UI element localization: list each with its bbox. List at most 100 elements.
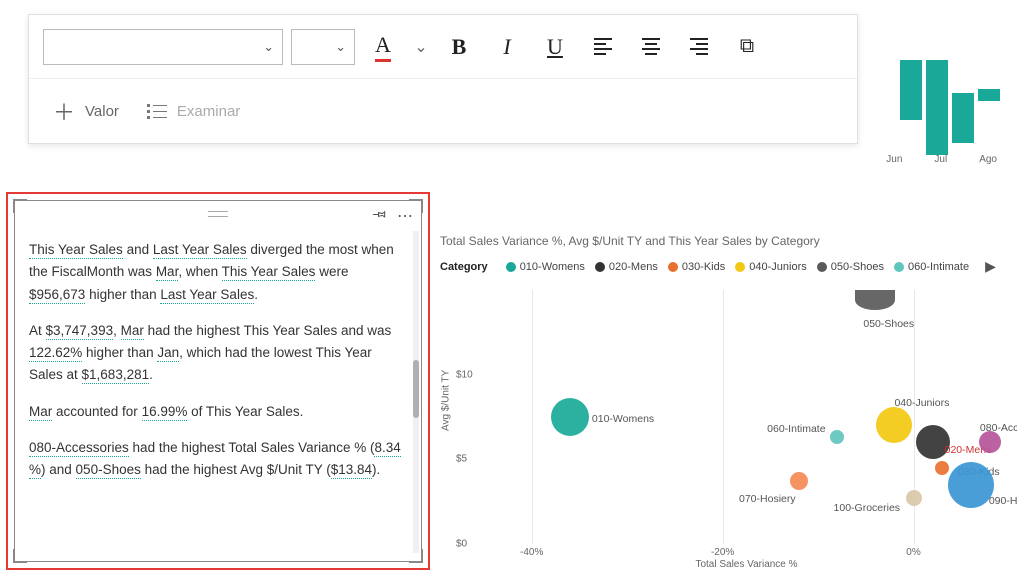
legend-label: 010-Womens: [520, 261, 585, 273]
insight-highlight: Last Year Sales: [153, 242, 247, 259]
data-point[interactable]: [855, 290, 895, 310]
legend-dot-icon: [735, 262, 745, 272]
legend-label: 040-Juniors: [749, 261, 806, 273]
legend-dot-icon: [894, 262, 904, 272]
insight-visual-selection: ⋯ This Year Sales and Last Year Sales di…: [6, 192, 430, 570]
data-point-label: 010-Womens: [592, 413, 654, 425]
legend-dot-icon: [817, 262, 827, 272]
font-size-dropdown[interactable]: ⌄: [291, 29, 355, 65]
add-value-label: Valor: [85, 103, 119, 120]
font-family-dropdown[interactable]: ⌄: [43, 29, 283, 65]
y-tick-label: $0: [456, 539, 467, 550]
list-icon: [147, 104, 167, 119]
x-tick-label: -40%: [520, 547, 543, 558]
legend-dot-icon: [668, 262, 678, 272]
align-left-button[interactable]: [583, 27, 623, 67]
legend-item[interactable]: 060-Intimate: [894, 261, 969, 273]
plus-icon: ＋: [53, 95, 75, 127]
insight-highlight: Mar: [29, 404, 52, 421]
x-axis-label: Total Sales Variance %: [695, 559, 797, 570]
legend-item[interactable]: 030-Kids: [668, 261, 725, 273]
italic-button[interactable]: I: [487, 27, 527, 67]
data-point[interactable]: [906, 490, 922, 506]
legend-title: Category: [440, 261, 488, 273]
legend-item[interactable]: 050-Shoes: [817, 261, 884, 273]
grid-line: [723, 290, 724, 544]
insight-highlight: This Year Sales: [222, 264, 316, 281]
x-tick-label: 0%: [906, 547, 920, 558]
insight-highlight: Mar: [156, 264, 179, 281]
add-value-button[interactable]: ＋ Valor: [43, 79, 129, 143]
insight-paragraph: At $3,747,393, Mar had the highest This …: [29, 320, 407, 387]
align-right-button[interactable]: [679, 27, 719, 67]
legend-label: 060-Intimate: [908, 261, 969, 273]
insight-text-body: This Year Sales and Last Year Sales dive…: [15, 231, 421, 561]
insight-highlight: 080-Accessories: [29, 440, 129, 457]
data-point[interactable]: [790, 472, 808, 490]
data-point-label: 040-Juniors: [894, 397, 949, 409]
scatter-plot-area: Total Sales Variance % -40%-20%0%$0$5$10…: [484, 290, 1009, 544]
bg-axis-months: Jun Jul Ago: [886, 154, 997, 165]
formatting-toolbar: ⌄ ⌄ A ⌄ B I U ⧉ ＋ Valor Examinar: [28, 14, 858, 144]
legend-dot-icon: [506, 262, 516, 272]
chevron-down-icon: ⌄: [263, 39, 274, 55]
data-point-label: 080-Accessories: [980, 422, 1017, 434]
legend-label: 030-Kids: [682, 261, 725, 273]
pin-icon[interactable]: [371, 206, 387, 227]
browse-label: Examinar: [177, 103, 240, 120]
link-button[interactable]: ⧉: [727, 27, 767, 67]
scatter-chart-visual[interactable]: Total Sales Variance %, Avg $/Unit TY an…: [440, 234, 1009, 574]
insight-paragraph: 080-Accessories had the highest Total Sa…: [29, 437, 407, 482]
insight-highlight: 122.62%: [29, 345, 82, 362]
more-options-icon[interactable]: ⋯: [397, 206, 413, 226]
x-tick-label: -20%: [711, 547, 734, 558]
insight-paragraph: This Year Sales and Last Year Sales dive…: [29, 239, 407, 306]
data-point[interactable]: [979, 431, 1001, 453]
underline-button[interactable]: U: [535, 27, 575, 67]
y-tick-label: $10: [456, 369, 473, 380]
data-point[interactable]: [876, 407, 912, 443]
data-point[interactable]: [830, 430, 844, 444]
insight-highlight: $3,747,393: [46, 323, 114, 340]
insight-highlight: Jan: [157, 345, 179, 362]
legend-label: 020-Mens: [609, 261, 658, 273]
data-point-label: 090-Home: [989, 495, 1017, 507]
insight-visual[interactable]: ⋯ This Year Sales and Last Year Sales di…: [14, 200, 422, 562]
scrollbar-thumb[interactable]: [413, 360, 419, 418]
browse-button[interactable]: Examinar: [137, 79, 250, 143]
bold-button[interactable]: B: [439, 27, 479, 67]
data-point-label: 100-Groceries: [834, 502, 901, 514]
insight-highlight: This Year Sales: [29, 242, 123, 259]
insight-highlight: $1,683,281: [82, 367, 150, 384]
legend-next-icon[interactable]: ▶: [985, 258, 996, 275]
data-point[interactable]: [935, 461, 949, 475]
data-point-label: 060-Intimate: [767, 423, 825, 435]
insight-highlight: $13.84: [331, 462, 372, 479]
drag-handle-icon[interactable]: [208, 211, 228, 217]
chevron-down-icon: ⌄: [335, 39, 346, 55]
y-axis-label: Avg $/Unit TY: [441, 370, 452, 431]
font-color-dropdown[interactable]: ⌄: [411, 27, 431, 67]
scrollbar[interactable]: [413, 231, 419, 553]
insight-highlight: 050-Shoes: [76, 462, 141, 479]
insight-paragraph: Mar accounted for 16.99% of This Year Sa…: [29, 401, 407, 423]
legend-item[interactable]: 020-Mens: [595, 261, 658, 273]
insight-highlight: Last Year Sales: [160, 287, 254, 304]
font-color-button[interactable]: A: [363, 27, 403, 67]
data-point[interactable]: [948, 462, 994, 508]
align-center-button[interactable]: [631, 27, 671, 67]
data-point[interactable]: [551, 398, 589, 436]
data-point-label: 050-Shoes: [863, 318, 914, 330]
insight-highlight: $956,673: [29, 287, 85, 304]
visual-header: ⋯: [15, 201, 421, 231]
grid-line: [532, 290, 533, 544]
legend-item[interactable]: 010-Womens: [506, 261, 585, 273]
legend-dot-icon: [595, 262, 605, 272]
legend-item[interactable]: 040-Juniors: [735, 261, 806, 273]
insight-highlight: Mar: [121, 323, 144, 340]
chart-title: Total Sales Variance %, Avg $/Unit TY an…: [440, 234, 1009, 248]
insight-highlight: 16.99%: [142, 404, 188, 421]
legend-label: 050-Shoes: [831, 261, 884, 273]
data-point-label: 070-Hosiery: [739, 493, 796, 505]
y-tick-label: $5: [456, 454, 467, 465]
